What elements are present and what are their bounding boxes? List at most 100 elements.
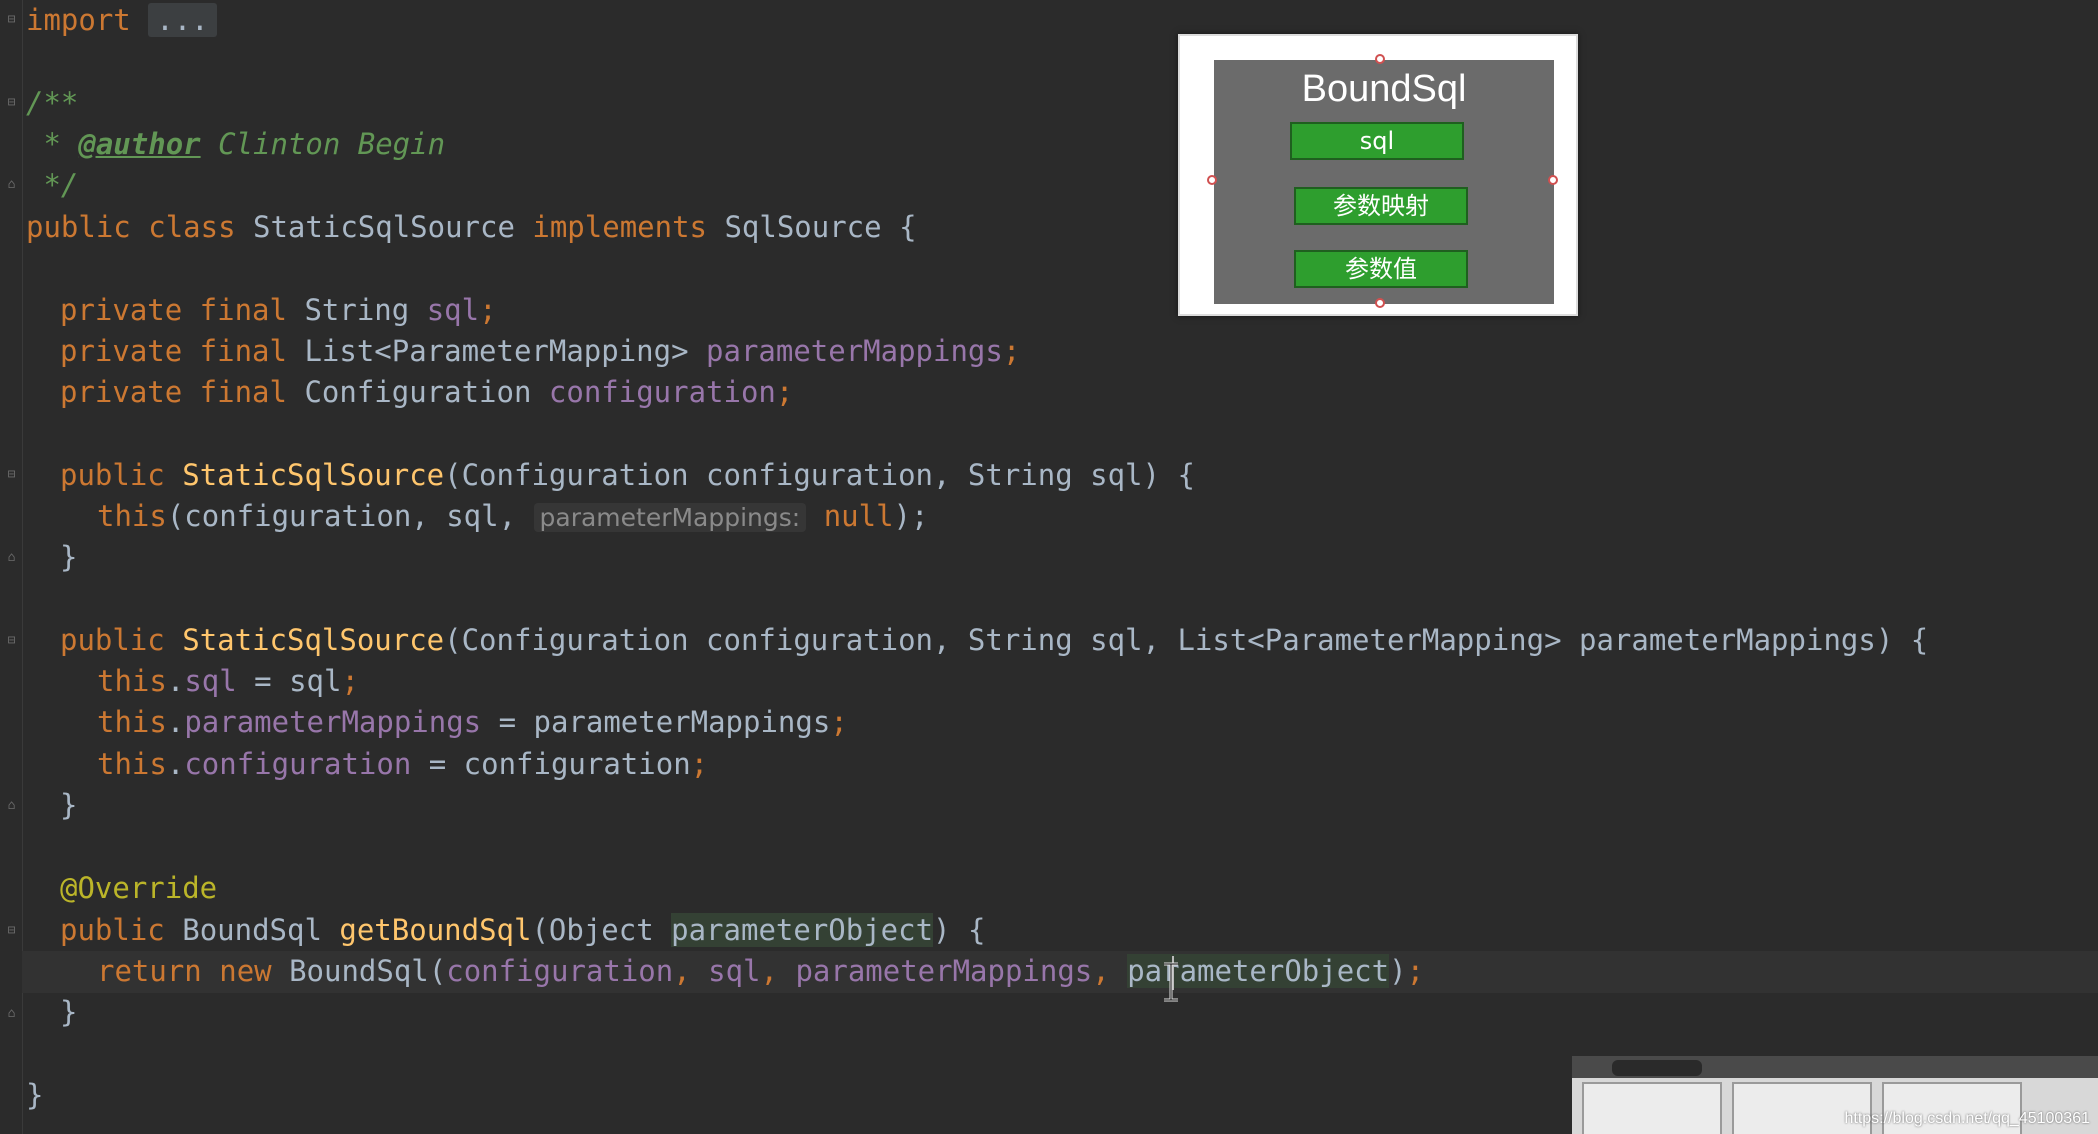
- javadoc-open: /**: [26, 86, 79, 120]
- code-line-class-close: }: [26, 1075, 43, 1115]
- code-line-author: * @author Clinton Begin: [26, 124, 445, 164]
- folded-imports[interactable]: ...: [148, 3, 217, 37]
- webcam-object: [1612, 1060, 1702, 1076]
- code-line-ctor1-body: this(configuration, sql, parameterMappin…: [97, 496, 928, 536]
- fold-icon[interactable]: ⊟: [5, 96, 18, 109]
- code-line-field-configuration: private final Configuration configuratio…: [60, 372, 793, 412]
- field-ref: parameterMappings: [184, 705, 482, 739]
- fold-icon[interactable]: ⊟: [5, 924, 18, 937]
- assignment-rhs: = sql: [236, 664, 342, 698]
- diagram-field-sql: sql: [1290, 122, 1464, 160]
- semicolon: ;: [1406, 954, 1425, 988]
- semicolon: ;: [690, 747, 709, 781]
- fold-icon[interactable]: ⊟: [5, 13, 18, 26]
- method-name: getBoundSql: [339, 913, 532, 947]
- code-line-import: import ...: [26, 0, 217, 40]
- author-tag: @author: [78, 127, 201, 161]
- implements-keyword: implements: [532, 210, 707, 244]
- param-type: (Object: [531, 913, 672, 947]
- close-brace: }: [60, 540, 78, 574]
- public-keyword: public: [26, 210, 131, 244]
- field-name: parameterMappings: [706, 334, 1003, 368]
- call-close: );: [893, 499, 929, 533]
- author-name: Clinton Begin: [200, 127, 446, 161]
- diagram-title: BoundSql: [1301, 68, 1467, 110]
- field-modifiers: private final: [60, 375, 287, 409]
- open-brace: {: [899, 210, 917, 244]
- fold-end-icon[interactable]: ⌂: [5, 178, 18, 191]
- code-line-method-close: }: [60, 992, 77, 1032]
- boundsql-diagram-overlay[interactable]: BoundSql sql 参数映射 参数值: [1178, 34, 1578, 316]
- field-modifiers: private final: [60, 334, 287, 368]
- constructor-name: StaticSqlSource: [182, 458, 445, 492]
- constructor-name: StaticSqlSource: [182, 623, 445, 657]
- constructor-params: (Configuration configuration, String sql…: [444, 458, 1195, 492]
- fold-icon[interactable]: ⊟: [5, 468, 18, 481]
- boundsql-diagram-box: BoundSql sql 参数映射 参数值: [1214, 60, 1554, 304]
- comma: ,: [760, 954, 796, 988]
- close-brace: }: [60, 788, 78, 822]
- comma: ,: [1092, 954, 1128, 988]
- fold-end-icon[interactable]: ⌂: [5, 551, 18, 564]
- arg-configuration: configuration: [446, 954, 674, 988]
- return-type: BoundSql: [182, 913, 322, 947]
- code-line-assign-configuration: this.configuration = configuration;: [97, 744, 708, 784]
- webcam-overlay: https://blog.csdn.net/qq_45100361: [1572, 1056, 2098, 1134]
- param-name: parameterObject: [671, 913, 934, 947]
- semicolon: ;: [479, 293, 497, 327]
- fold-end-icon[interactable]: ⌂: [5, 1007, 18, 1020]
- code-line-return: return new BoundSql(configuration, sql, …: [97, 951, 1424, 991]
- dot: .: [166, 747, 185, 781]
- null-keyword: null: [823, 499, 894, 533]
- this-keyword: this: [97, 747, 167, 781]
- webcam-cabinet: [1582, 1082, 1722, 1134]
- arg-sql: sql: [708, 954, 761, 988]
- field-ref: configuration: [184, 747, 412, 781]
- class-keyword: class: [148, 210, 236, 244]
- diagram-field-parameter-values: 参数值: [1294, 250, 1468, 288]
- code-editor[interactable]: ⊟ ⊟ ⌂ ⊟ ⌂ ⊟ ⌂ ⊟ ⌂ import ... /** * @auth…: [0, 0, 2098, 1134]
- this-keyword: this: [97, 664, 167, 698]
- assignment-rhs: = configuration: [411, 747, 691, 781]
- this-keyword: this: [97, 499, 167, 533]
- resize-handle-top[interactable]: [1375, 54, 1385, 64]
- code-line-field-mappings: private final List<ParameterMapping> par…: [60, 331, 1020, 371]
- field-name: sql: [426, 293, 480, 327]
- resize-handle-right[interactable]: [1548, 175, 1558, 185]
- field-type: List<ParameterMapping>: [304, 334, 689, 368]
- code-line-javadoc-open: /**: [26, 83, 78, 123]
- call-args: (configuration, sql,: [166, 499, 534, 533]
- javadoc-star: *: [26, 127, 79, 161]
- assignment-rhs: = parameterMappings: [481, 705, 831, 739]
- close-brace: }: [60, 995, 78, 1029]
- boundsql-constructor: BoundSql(: [289, 954, 447, 988]
- param-close: ) {: [933, 913, 986, 947]
- code-line-field-sql: private final String sql;: [60, 290, 497, 330]
- code-line-method-sig: public BoundSql getBoundSql(Object param…: [60, 910, 985, 950]
- field-ref: sql: [184, 664, 237, 698]
- ibeam-cursor-icon: [1164, 962, 1178, 1002]
- override-annotation: @Override: [60, 871, 218, 905]
- semicolon: ;: [341, 664, 359, 698]
- class-close-brace: }: [26, 1078, 44, 1112]
- field-modifiers: private final: [60, 293, 287, 327]
- constructor-params: (Configuration configuration, String sql…: [444, 623, 1929, 657]
- fold-icon[interactable]: ⊟: [5, 634, 18, 647]
- code-line-class-decl: public class StaticSqlSource implements …: [26, 207, 917, 247]
- fold-end-icon[interactable]: ⌂: [5, 799, 18, 812]
- resize-handle-bottom[interactable]: [1375, 298, 1385, 308]
- watermark-text: https://blog.csdn.net/qq_45100361: [1844, 1110, 2090, 1127]
- code-line-ctor1-close: }: [60, 537, 77, 577]
- javadoc-close: */: [26, 168, 79, 202]
- dot: .: [166, 664, 185, 698]
- resize-handle-left[interactable]: [1207, 175, 1217, 185]
- diagram-field-parameter-mappings: 参数映射: [1294, 187, 1468, 225]
- code-line-javadoc-close: */: [26, 165, 78, 205]
- semicolon: ;: [775, 375, 794, 409]
- parameter-name-hint: parameterMappings:: [533, 503, 807, 532]
- code-line-ctor2-close: }: [60, 785, 77, 825]
- comma: ,: [673, 954, 709, 988]
- code-line-ctor1-sig: public StaticSqlSource(Configuration con…: [60, 455, 1195, 495]
- this-keyword: this: [97, 705, 167, 739]
- new-keyword: new: [219, 954, 272, 988]
